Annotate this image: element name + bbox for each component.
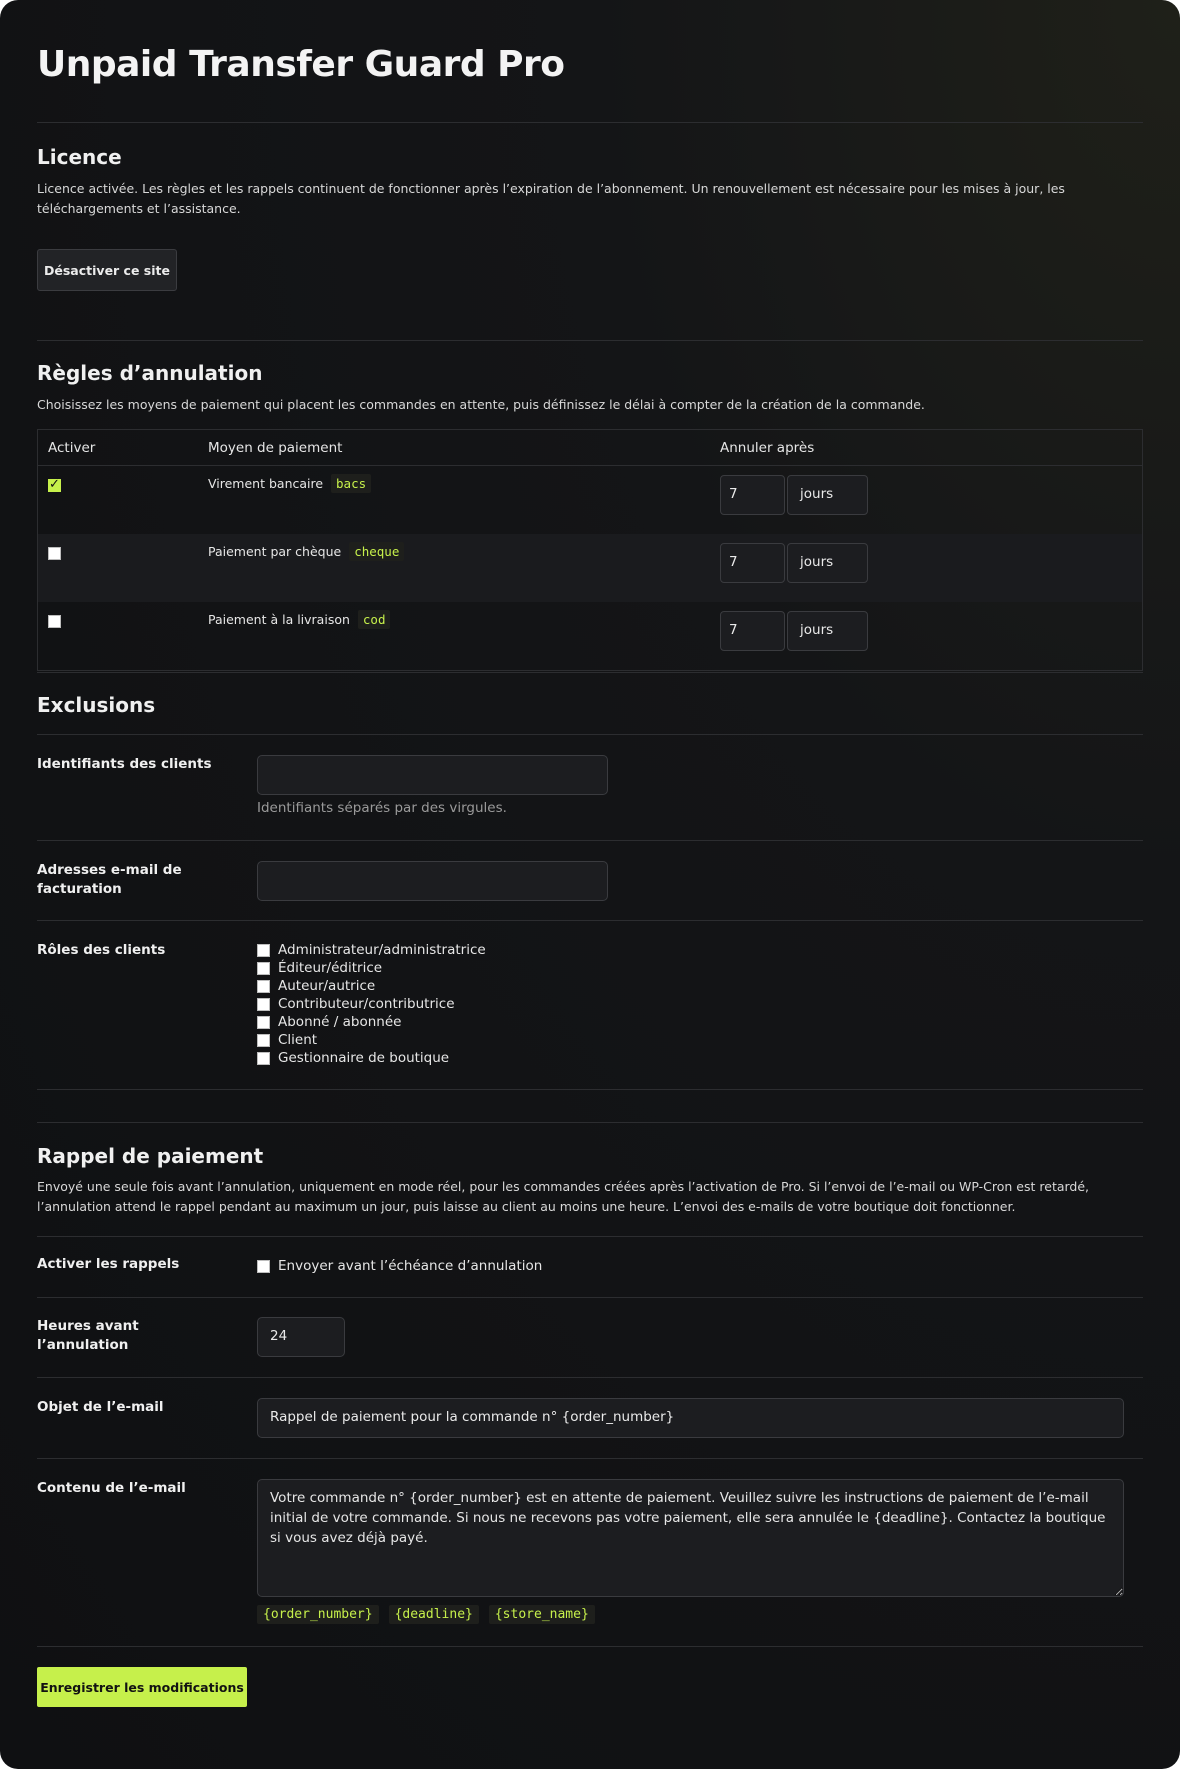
payment-method-code: cheque <box>349 542 405 561</box>
enable-reminders-checkbox[interactable] <box>257 1259 270 1273</box>
token-order-number: {order_number} <box>257 1605 379 1624</box>
divider <box>37 920 1143 921</box>
payment-method-code: cod <box>357 610 391 629</box>
table-row: Paiement à la livraison cod 7 jours <box>38 602 1143 671</box>
token-deadline: {deadline} <box>388 1605 479 1624</box>
customer-ids-input[interactable] <box>257 755 608 795</box>
customer-ids-hint: Identifiants séparés par des virgules. <box>257 800 507 816</box>
role-label: Abonné / abonnée <box>278 1014 402 1030</box>
role-checkbox[interactable] <box>257 943 270 957</box>
reminder-description: Envoyé une seule fois avant l’annulation… <box>37 1179 1090 1214</box>
role-checkbox[interactable] <box>257 997 270 1011</box>
divider <box>37 1236 1143 1237</box>
payment-method-label: Paiement à la livraison <box>208 612 350 627</box>
license-description: Licence activée. Les règles et les rappe… <box>37 181 1065 216</box>
role-option[interactable]: Contributeur/contributrice <box>257 995 455 1013</box>
license-heading: Licence <box>37 145 122 169</box>
placeholder-tokens: {order_number} {deadline} {store_name} <box>257 1605 595 1624</box>
role-option[interactable]: Client <box>257 1031 317 1049</box>
cancel-after-unit-select[interactable]: jours <box>787 475 868 515</box>
enable-reminders-option[interactable]: Envoyer avant l’échéance d’annulation <box>257 1257 542 1275</box>
deactivate-site-button[interactable]: Désactiver ce site <box>37 249 177 291</box>
cancel-after-value-input[interactable]: 7 <box>720 475 785 515</box>
role-label: Éditeur/éditrice <box>278 960 383 976</box>
email-subject-label: Objet de l’e-mail <box>37 1399 164 1415</box>
email-content-textarea[interactable]: Votre commande n° {order_number} est en … <box>257 1479 1124 1597</box>
token-store-name: {store_name} <box>488 1605 595 1624</box>
rules-heading: Règles d’annulation <box>37 361 263 385</box>
divider <box>37 1089 1143 1090</box>
column-payment-method: Moyen de paiement <box>198 429 710 466</box>
divider <box>37 122 1143 123</box>
role-label: Client <box>278 1032 318 1048</box>
page-title: Unpaid Transfer Guard Pro <box>37 44 565 85</box>
divider <box>37 1297 1143 1298</box>
divider <box>37 734 1143 735</box>
divider <box>37 340 1143 341</box>
divider <box>37 672 1143 673</box>
cancel-after-value-input[interactable]: 7 <box>720 611 785 651</box>
role-checkbox[interactable] <box>257 1015 270 1029</box>
enable-checkbox-cod[interactable] <box>48 615 61 628</box>
enable-checkbox-cheque[interactable] <box>48 547 61 560</box>
enable-reminders-label: Activer les rappels <box>37 1256 180 1272</box>
save-changes-button[interactable]: Enregistrer les modifications <box>37 1667 247 1707</box>
settings-panel: Unpaid Transfer Guard Pro Licence Licenc… <box>0 0 1180 1769</box>
email-subject-input[interactable]: Rappel de paiement pour la commande n° {… <box>257 1398 1124 1438</box>
rules-table: Activer Moyen de paiement Annuler après … <box>37 429 1143 671</box>
table-row: Virement bancaire bacs 7jours <box>38 466 1143 535</box>
cancel-after-unit-select[interactable]: jours <box>787 611 868 651</box>
enable-checkbox-bacs[interactable] <box>48 477 61 492</box>
hours-before-input[interactable]: 24 <box>257 1317 345 1357</box>
role-option[interactable]: Abonné / abonnée <box>257 1013 401 1031</box>
customer-roles-label: Rôles des clients <box>37 942 166 958</box>
divider <box>37 1458 1143 1459</box>
customer-ids-label: Identifiants des clients <box>37 756 212 772</box>
role-checkbox[interactable] <box>257 979 270 993</box>
cancel-after-unit-select[interactable]: jours <box>787 543 868 583</box>
role-option[interactable]: Administrateur/administratrice <box>257 941 486 959</box>
payment-method-label: Paiement par chèque <box>208 544 342 559</box>
role-option[interactable]: Gestionnaire de boutique <box>257 1049 449 1067</box>
role-checkbox[interactable] <box>257 961 270 975</box>
table-row: Paiement par chèque cheque 7 jours <box>37 534 1143 602</box>
role-label: Auteur/autrice <box>278 978 376 994</box>
role-label: Administrateur/administratrice <box>278 942 486 958</box>
exclusions-heading: Exclusions <box>37 693 156 717</box>
divider <box>37 1377 1143 1378</box>
role-option[interactable]: Auteur/autrice <box>257 977 375 995</box>
cancel-after-value-input[interactable]: 7 <box>720 543 785 583</box>
table-header-row: Activer Moyen de paiement Annuler après <box>37 429 1143 466</box>
payment-method-label: Virement bancaire <box>208 476 324 491</box>
role-label: Contributeur/contributrice <box>278 996 455 1012</box>
column-cancel-after: Annuler après <box>710 429 1143 466</box>
billing-emails-label: Adresses e-mail de facturation <box>37 862 182 897</box>
column-enable: Activer <box>37 429 198 466</box>
role-label: Gestionnaire de boutique <box>278 1050 450 1066</box>
divider <box>37 1646 1143 1647</box>
payment-method-code: bacs <box>331 474 372 493</box>
rules-description: Choisissez les moyens de paiement qui pl… <box>37 397 925 412</box>
billing-emails-input[interactable] <box>257 861 608 901</box>
hours-before-label: Heures avant l’annulation <box>37 1318 139 1353</box>
divider <box>37 840 1143 841</box>
role-option[interactable]: Éditeur/éditrice <box>257 959 382 977</box>
reminder-heading: Rappel de paiement <box>37 1144 264 1168</box>
role-checkbox[interactable] <box>257 1051 270 1065</box>
enable-reminders-checkbox-label: Envoyer avant l’échéance d’annulation <box>278 1258 543 1274</box>
divider <box>37 1122 1143 1123</box>
role-checkbox[interactable] <box>257 1033 270 1047</box>
email-content-label: Contenu de l’e-mail <box>37 1480 186 1496</box>
